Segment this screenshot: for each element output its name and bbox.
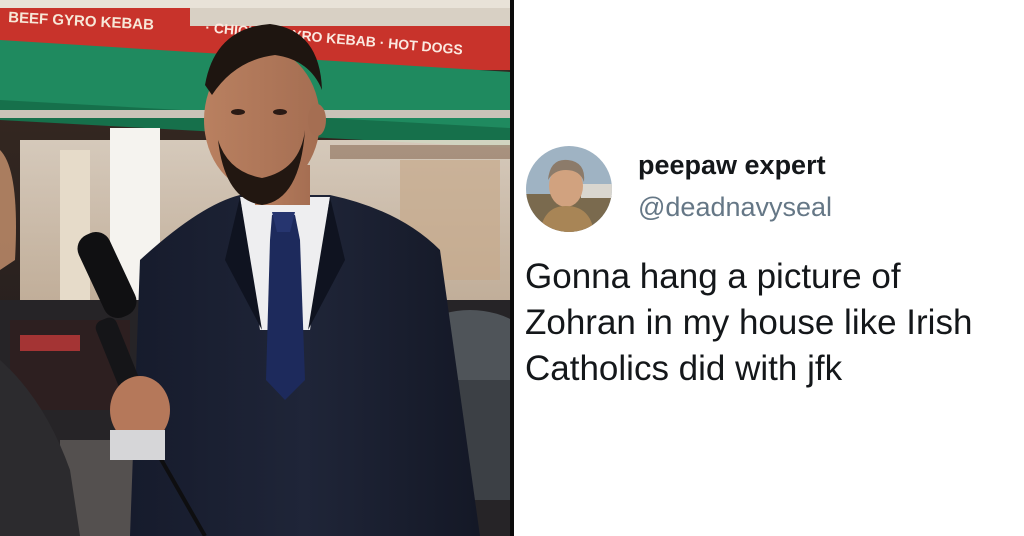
meme-image: BEEF GYRO KEBAB · CHICKEN GYRO KEBAB · H… bbox=[0, 0, 1024, 536]
tweet-card: peepaw expert @deadnavyseal Gonna hang a… bbox=[514, 0, 1024, 536]
tweet-text-line: Gonna hang a picture of bbox=[525, 257, 901, 296]
tweet-text-line: Catholics did with jfk bbox=[525, 349, 843, 388]
display-name[interactable]: peepaw expert bbox=[638, 150, 826, 181]
interview-photo: BEEF GYRO KEBAB · CHICKEN GYRO KEBAB · H… bbox=[0, 0, 510, 536]
avatar[interactable] bbox=[526, 146, 612, 232]
tweet-body: Gonna hang a picture of Zohran in my hou… bbox=[525, 254, 1020, 392]
user-handle[interactable]: @deadnavyseal bbox=[638, 192, 832, 223]
tweet-text-line: Zohran in my house like Irish bbox=[525, 303, 973, 342]
